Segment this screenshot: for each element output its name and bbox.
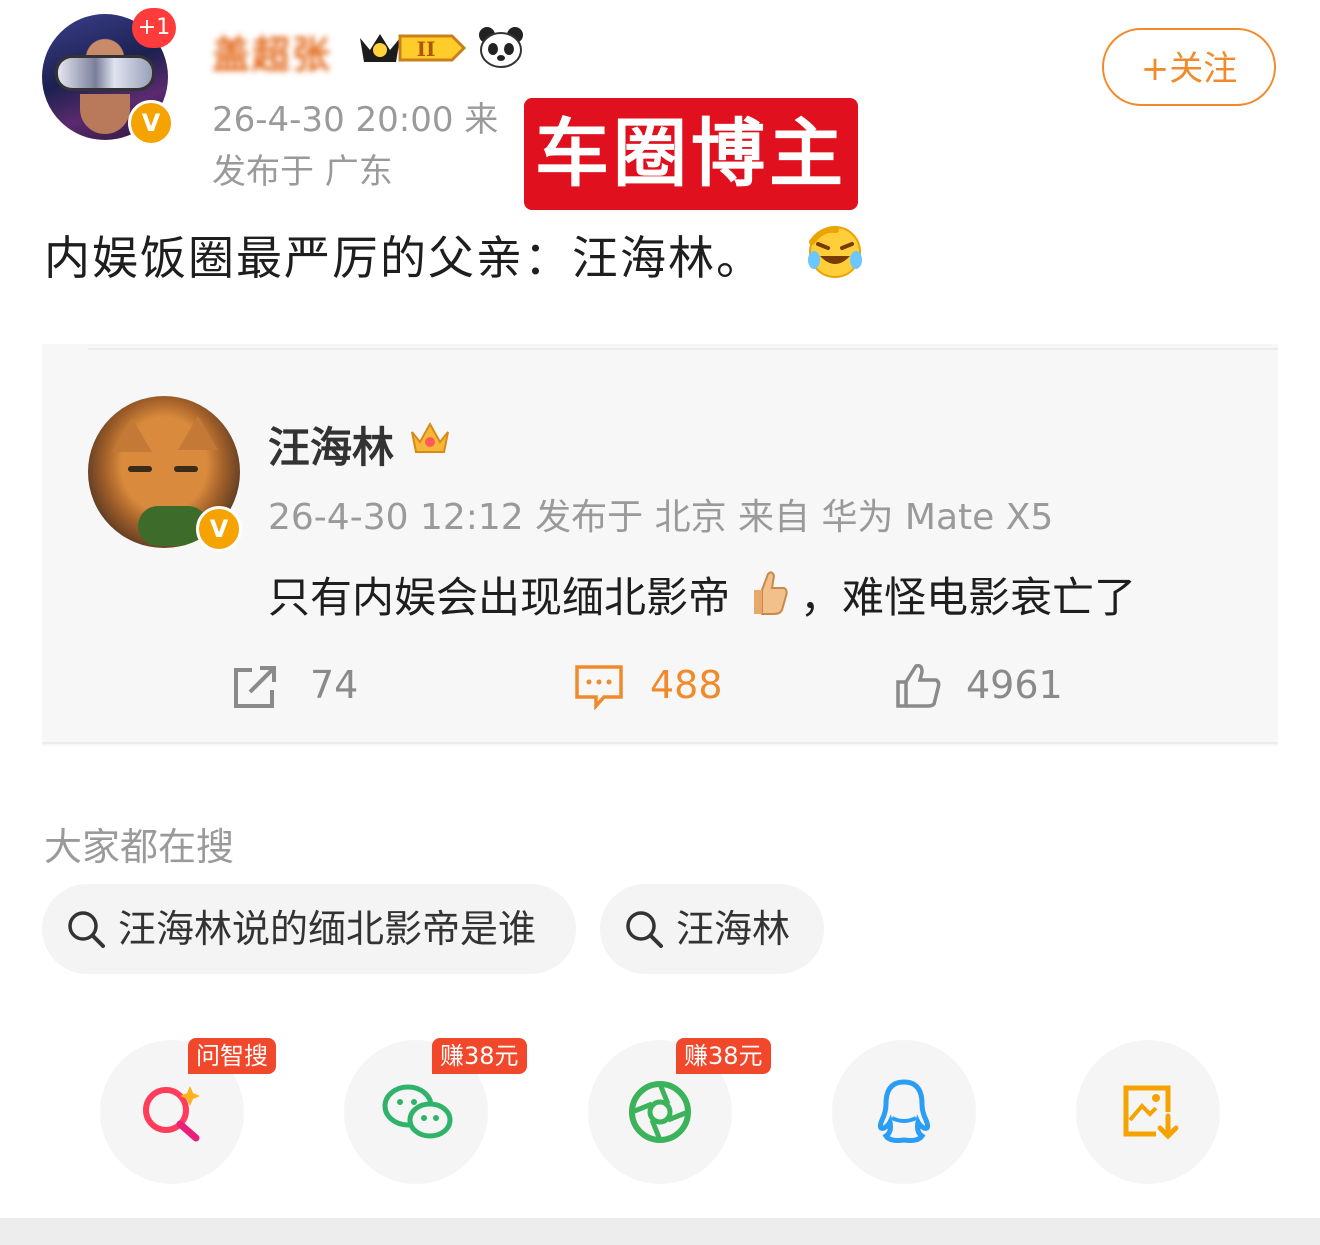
svg-text:II: II [417,37,436,61]
search-chip-label: 汪海林说的缅北影帝是谁 [118,907,537,951]
avatar-cat-eye [128,466,152,472]
like-icon[interactable] [894,662,942,710]
comment-icon[interactable] [574,664,624,710]
like-count[interactable]: 4961 [966,662,1063,708]
overlay-stamp: 车圈博主 [524,98,858,210]
search-icon [68,911,105,948]
post-timestamp: 26-4-30 20:00 来 [212,100,499,140]
crown-icon [411,421,449,453]
quoted-verified-v-icon: V [196,506,242,552]
save-image-icon [1123,1085,1179,1140]
post-text: 内娱饭圈最严厉的父亲：汪海林。 [44,231,764,285]
promo-tag: 赚38元 [432,1038,527,1074]
ai-search-icon [143,1086,200,1142]
comment-count[interactable]: 488 [650,662,723,708]
promo-tag: 赚38元 [676,1038,771,1074]
laugh-cry-emoji-icon [808,226,862,278]
follow-button[interactable]: +关注 [1102,28,1276,106]
plus-one-badge: +1 [132,8,176,48]
search-icon [626,911,663,948]
avatar-face [80,94,130,134]
card-divider-top [88,348,1278,350]
search-chip-label: 汪海林 [676,907,791,951]
search-chip[interactable]: 汪海林 [600,884,824,974]
username[interactable]: 盖超张 [212,24,332,79]
avatar-cat-ear [112,418,152,452]
member-level-icon: II [360,34,467,62]
repost-icon[interactable] [232,664,280,710]
search-section-title: 大家都在搜 [44,825,235,869]
thumbs-up-emoji-icon [754,571,788,615]
repost-count[interactable]: 74 [310,662,358,708]
qq-icon [877,1079,931,1143]
wechat-icon [382,1084,453,1139]
card-divider-bottom [42,742,1278,744]
avatar-visor [58,58,152,88]
post-location: 发布于 广东 [212,152,393,192]
quoted-text-part2: ，难怪电影衰亡了 [800,573,1137,622]
promo-tag: 问智搜 [188,1038,276,1074]
search-chip[interactable]: 汪海林说的缅北影帝是谁 [42,884,576,974]
moments-icon [629,1081,691,1143]
avatar-cat-eye [174,466,198,472]
share-qq-button[interactable] [832,1040,976,1184]
panda-icon [479,27,523,68]
avatar-cat-ear [178,416,218,450]
bottom-divider [0,1218,1320,1245]
quoted-text-part1: 只有内娱会出现缅北影帝 [268,573,731,622]
save-image-button[interactable] [1076,1040,1220,1184]
quoted-author-name[interactable]: 汪海林 [268,414,394,475]
quoted-meta: 26-4-30 12:12 发布于 北京 来自 华为 Mate X5 [268,497,1054,538]
verified-v-icon: V [128,100,174,146]
